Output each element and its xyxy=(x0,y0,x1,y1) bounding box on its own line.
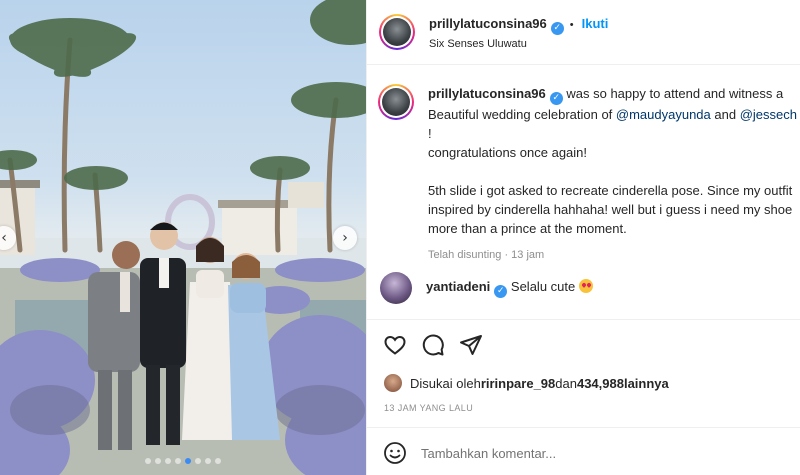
caption-username[interactable]: prillylatuconsina96 xyxy=(428,86,546,101)
verified-badge-icon: ✓ xyxy=(550,21,564,35)
commenter-username[interactable]: yantiadeni xyxy=(426,279,490,294)
caption-author-avatar[interactable] xyxy=(378,84,414,120)
carousel-dot xyxy=(185,458,191,464)
liker-username[interactable]: ririnpare_98 xyxy=(481,376,555,391)
likes-middle: dan xyxy=(555,375,577,391)
chevron-right-icon: › xyxy=(342,230,348,246)
likes-summary: Disukai oleh ririnpare_98 dan 434,988 la… xyxy=(384,374,669,392)
like-heart-icon[interactable] xyxy=(383,333,407,357)
caption-line-3: ! xyxy=(428,126,432,141)
emoji-smile-icon[interactable] xyxy=(383,441,407,465)
carousel-next-button[interactable]: › xyxy=(333,226,357,250)
post-location[interactable]: Six Senses Uluwatu xyxy=(429,38,608,50)
caption-line-2: Beautiful wedding celebration of xyxy=(428,107,616,122)
comment-text: Selalu cute xyxy=(507,278,576,294)
comment-box-divider xyxy=(367,427,800,428)
caption-line-4: congratulations once again! xyxy=(428,145,588,160)
author-username[interactable]: prillylatuconsina96 xyxy=(429,16,547,31)
verified-badge-icon: ✓ xyxy=(494,284,508,298)
mention-link[interactable]: @jessech xyxy=(740,107,797,122)
caption-edited-timestamp: Telah disunting · 13 jam xyxy=(428,249,545,261)
heart-eyes-emoji-icon xyxy=(579,278,594,293)
post-header: prillylatuconsina96 ✓ • Ikuti Six Senses Ul… xyxy=(379,12,789,52)
carousel-dot xyxy=(205,458,211,464)
separator-dot: • xyxy=(569,18,574,31)
carousel-dot xyxy=(165,458,171,464)
chevron-left-icon: ‹ xyxy=(1,230,7,246)
header-divider xyxy=(367,64,800,65)
mention-link[interactable]: @maudyayunda xyxy=(616,107,711,122)
commenter-avatar[interactable] xyxy=(380,272,412,304)
carousel-dot xyxy=(145,458,151,464)
actions-divider xyxy=(367,319,800,320)
add-comment-input[interactable] xyxy=(421,445,800,461)
add-comment-bar xyxy=(383,441,800,465)
carousel-dot xyxy=(175,458,181,464)
likes-suffix[interactable]: lainnya xyxy=(624,376,669,391)
post-time-ago[interactable]: 13 JAM YANG LALU xyxy=(384,403,473,413)
follow-button[interactable]: Ikuti xyxy=(582,16,609,31)
post-actions xyxy=(383,333,483,357)
verified-badge-icon: ✓ xyxy=(549,92,563,105)
caption-conjunction: and xyxy=(710,107,740,122)
caption-line-7: more than a prince at the moment. xyxy=(428,221,627,236)
caption-line-1: was so happy to attend and witness a xyxy=(562,86,784,101)
likes-count[interactable]: 434,988 xyxy=(577,376,624,391)
liker-avatar[interactable] xyxy=(384,374,402,392)
comment-item: yantiadeni ✓ Selalu cute xyxy=(380,272,594,304)
caption-line-6: inspired by cinderella hahhaha! well but… xyxy=(428,202,793,217)
share-paper-plane-icon[interactable] xyxy=(459,333,483,357)
carousel-dots xyxy=(0,458,366,464)
post-caption: prillylatuconsina96 ✓ was so happy to att… xyxy=(378,84,800,265)
carousel-dot xyxy=(155,458,161,464)
caption-line-5: 5th slide i got asked to recreate cinder… xyxy=(428,183,793,198)
post-photo[interactable]: ‹ › xyxy=(0,0,366,475)
author-avatar[interactable] xyxy=(379,14,415,50)
wedding-photo-image xyxy=(0,0,366,475)
likes-prefix: Disukai oleh xyxy=(410,375,481,391)
carousel-dot xyxy=(195,458,201,464)
comment-bubble-icon[interactable] xyxy=(421,333,445,357)
carousel-dot xyxy=(215,458,221,464)
